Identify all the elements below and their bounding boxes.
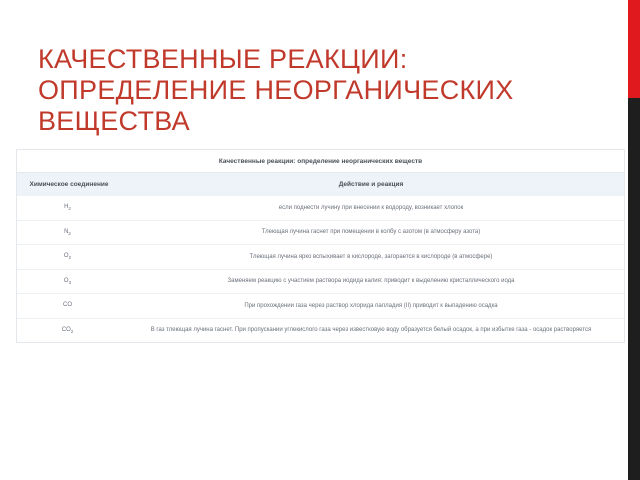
compound-formula: CO2 [17, 317, 118, 342]
accent-bar-red [628, 0, 640, 98]
header-action: Действие и реакция [118, 172, 624, 196]
header-compound: Химическое соединение [17, 172, 118, 196]
reaction-description: Тлеющая лучина гаснет при помещении в ко… [118, 219, 624, 245]
formula-subscript: 2 [68, 206, 71, 212]
compound-formula: H2 [17, 195, 118, 220]
table-header-row: Химическое соединение Действие и реакция [17, 172, 624, 196]
reactions-table: Качественные реакции: определение неорга… [16, 149, 625, 343]
reaction-description: Тлеющая лучина ярко вспыхивает в кислоро… [118, 244, 624, 269]
compound-formula: CO [17, 293, 118, 318]
table-row: H2 если поднести лучину при внесении к в… [17, 195, 624, 220]
table-row: N2 Тлеющая лучина гаснет при помещении в… [17, 219, 624, 245]
table-caption: Качественные реакции: определение неорга… [17, 150, 624, 173]
reaction-description: если поднести лучину при внесении к водо… [118, 195, 624, 220]
compound-formula: O3 [17, 268, 118, 294]
formula-subscript: 2 [70, 328, 74, 334]
compound-formula: O2 [17, 244, 118, 269]
formula-base: CO [63, 302, 72, 309]
reaction-description: При прохождении газа через раствор хлори… [118, 293, 624, 318]
table-row: CO При прохождении газа через раствор хл… [17, 293, 624, 318]
reaction-description: В газ тлеющая лучина гаснет. При пропуск… [118, 317, 624, 342]
table-row: O3 Заменяем реакцию с участием раствора … [17, 268, 624, 294]
formula-base: CO [61, 326, 71, 333]
compound-formula: N2 [17, 219, 118, 245]
formula-subscript: 2 [68, 230, 71, 236]
reaction-description: Заменяем реакцию с участием раствора иод… [118, 268, 624, 294]
table-row: CO2 В газ тлеющая лучина гаснет. При про… [17, 317, 624, 342]
formula-subscript: 3 [68, 279, 72, 285]
slide-title: КАЧЕСТВЕННЫЕ РЕАКЦИИ: ОПРЕДЕЛЕНИЕ НЕОРГА… [38, 44, 514, 136]
slide: КАЧЕСТВЕННЫЕ РЕАКЦИИ: ОПРЕДЕЛЕНИЕ НЕОРГА… [0, 0, 640, 480]
formula-subscript: 2 [68, 255, 72, 261]
table-row: O2 Тлеющая лучина ярко вспыхивает в кисл… [17, 244, 624, 269]
